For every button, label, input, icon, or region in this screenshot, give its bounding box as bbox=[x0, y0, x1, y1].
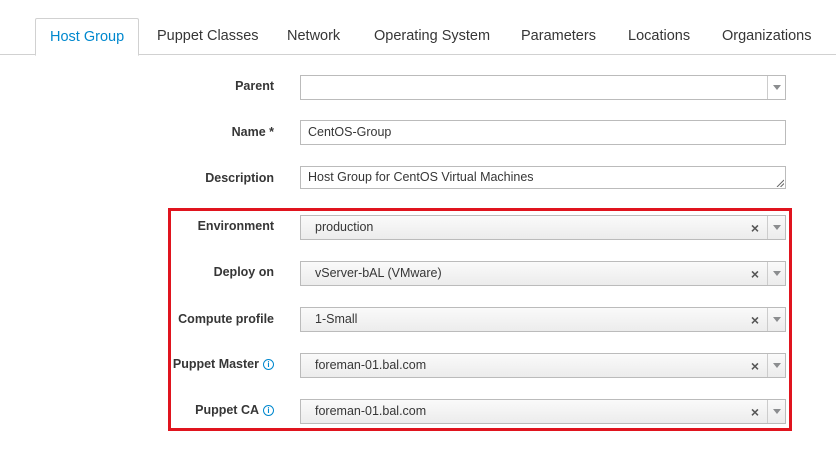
description-label: Description bbox=[205, 171, 274, 185]
compute-profile-value: 1-Small bbox=[315, 312, 358, 326]
puppet-master-dropdown-toggle[interactable] bbox=[767, 354, 785, 377]
chevron-down-icon bbox=[773, 409, 781, 414]
clear-icon[interactable]: × bbox=[751, 308, 759, 333]
deploy-on-value: vServer-bAL (VMware) bbox=[315, 266, 442, 280]
compute-profile-label: Compute profile bbox=[178, 312, 274, 326]
chevron-down-icon bbox=[773, 317, 781, 322]
name-label: Name * bbox=[231, 125, 274, 139]
parent-label: Parent bbox=[235, 79, 274, 93]
description-textarea[interactable]: Host Group for CentOS Virtual Machines bbox=[300, 166, 786, 189]
name-field[interactable]: CentOS-Group bbox=[300, 120, 786, 145]
deploy-on-select[interactable]: vServer-bAL (VMware) × bbox=[300, 261, 786, 286]
deploy-on-label: Deploy on bbox=[213, 265, 274, 279]
clear-icon[interactable]: × bbox=[751, 354, 759, 379]
environment-dropdown-toggle[interactable] bbox=[767, 216, 785, 239]
info-icon[interactable]: i bbox=[263, 359, 274, 370]
clear-icon[interactable]: × bbox=[751, 400, 759, 425]
info-icon[interactable]: i bbox=[263, 405, 274, 416]
environment-label: Environment bbox=[197, 219, 274, 233]
description-value: Host Group for CentOS Virtual Machines bbox=[308, 170, 534, 184]
puppet-master-label: Puppet Master i bbox=[173, 357, 274, 371]
environment-select[interactable]: production × bbox=[300, 215, 786, 240]
puppet-ca-label: Puppet CA i bbox=[195, 403, 274, 417]
tab-puppet-classes[interactable]: Puppet Classes bbox=[157, 18, 259, 55]
puppet-ca-value: foreman-01.bal.com bbox=[315, 404, 427, 418]
chevron-down-icon bbox=[773, 225, 781, 230]
puppet-ca-select[interactable]: foreman-01.bal.com × bbox=[300, 399, 786, 424]
tab-locations[interactable]: Locations bbox=[628, 18, 690, 55]
chevron-down-icon bbox=[773, 271, 781, 276]
environment-value: production bbox=[315, 220, 374, 234]
clear-icon[interactable]: × bbox=[751, 262, 759, 287]
puppet-master-label-text: Puppet Master bbox=[172, 357, 259, 371]
tab-host-group[interactable]: Host Group bbox=[35, 18, 140, 56]
puppet-master-select[interactable]: foreman-01.bal.com × bbox=[300, 353, 786, 378]
compute-profile-dropdown-toggle[interactable] bbox=[767, 308, 785, 331]
tab-bar: Host Group Puppet Classes Network Operat… bbox=[0, 18, 836, 56]
resize-handle-icon[interactable] bbox=[776, 179, 784, 187]
puppet-master-value: foreman-01.bal.com bbox=[315, 358, 427, 372]
tab-organizations[interactable]: Organizations bbox=[722, 18, 811, 55]
compute-profile-select[interactable]: 1-Small × bbox=[300, 307, 786, 332]
tab-operating-system[interactable]: Operating System bbox=[374, 18, 490, 55]
parent-dropdown-toggle[interactable] bbox=[767, 76, 785, 99]
chevron-down-icon bbox=[773, 85, 781, 90]
tab-parameters[interactable]: Parameters bbox=[521, 18, 596, 55]
deploy-on-dropdown-toggle[interactable] bbox=[767, 262, 785, 285]
tab-network[interactable]: Network bbox=[287, 18, 340, 55]
puppet-ca-dropdown-toggle[interactable] bbox=[767, 400, 785, 423]
parent-select[interactable] bbox=[300, 75, 786, 100]
chevron-down-icon bbox=[773, 363, 781, 368]
clear-icon[interactable]: × bbox=[751, 216, 759, 241]
puppet-ca-label-text: Puppet CA bbox=[195, 403, 259, 417]
